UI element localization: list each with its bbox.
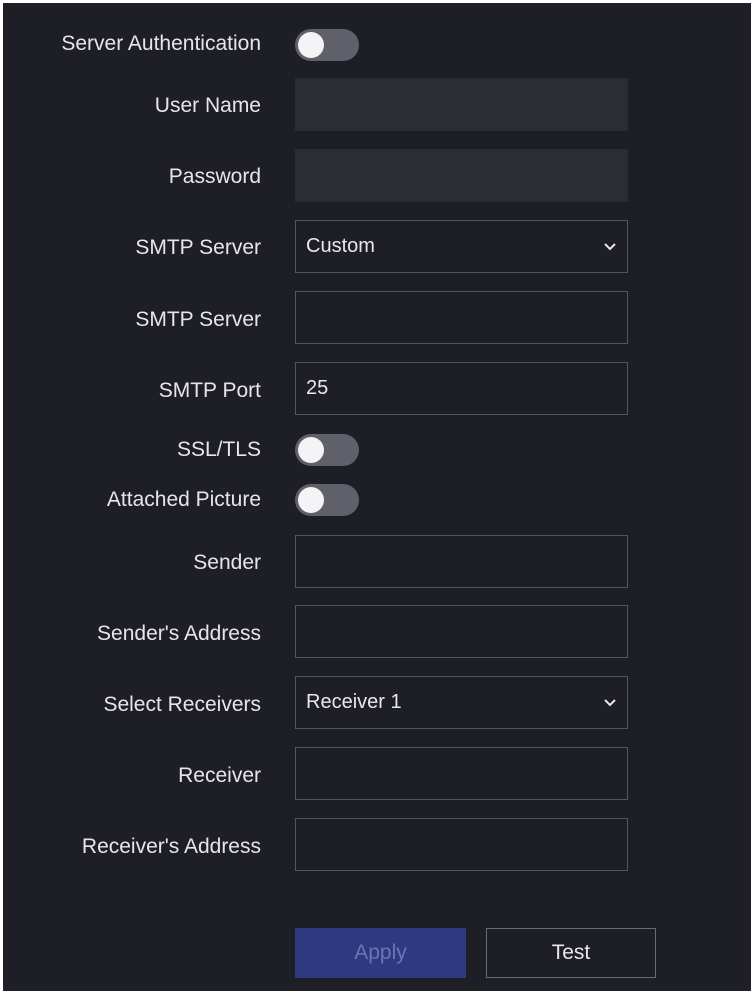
ssl-tls-label: SSL/TLS xyxy=(176,438,261,461)
toggle-knob xyxy=(298,437,324,463)
password-field xyxy=(295,149,628,202)
email-settings-panel: Server Authentication User Name Password… xyxy=(0,0,754,994)
attached-picture-toggle[interactable] xyxy=(295,484,359,516)
password-label: Password xyxy=(168,165,261,188)
test-button[interactable]: Test xyxy=(486,928,656,978)
chevron-down-icon xyxy=(604,698,616,706)
apply-button[interactable]: Apply xyxy=(295,928,466,978)
receiver-address-input[interactable] xyxy=(295,818,628,871)
smtp-server-label: SMTP Server xyxy=(135,308,261,331)
toggle-knob xyxy=(298,32,324,58)
select-receivers-label: Select Receivers xyxy=(103,693,261,716)
sender-address-input[interactable] xyxy=(295,605,628,658)
receiver-address-label: Receiver's Address xyxy=(81,835,261,858)
smtp-server-select-value: Custom xyxy=(306,235,375,257)
smtp-port-input[interactable] xyxy=(295,362,628,415)
user-name-field xyxy=(295,78,628,131)
receiver-input[interactable] xyxy=(295,747,628,800)
server-auth-label: Server Authentication xyxy=(61,32,261,55)
ssl-tls-toggle[interactable] xyxy=(295,434,359,466)
server-auth-toggle[interactable] xyxy=(295,29,359,61)
sender-label: Sender xyxy=(193,551,261,574)
smtp-server-select[interactable]: Custom xyxy=(295,220,628,273)
user-name-label: User Name xyxy=(154,94,261,117)
chevron-down-icon xyxy=(604,242,616,250)
select-receivers-value: Receiver 1 xyxy=(306,691,402,713)
smtp-server-select-label: SMTP Server xyxy=(135,236,261,259)
receiver-label: Receiver xyxy=(178,764,261,787)
smtp-server-input[interactable] xyxy=(295,291,628,344)
attached-picture-label: Attached Picture xyxy=(106,488,261,511)
toggle-knob xyxy=(298,487,324,513)
smtp-port-label: SMTP Port xyxy=(158,379,261,402)
select-receivers-select[interactable]: Receiver 1 xyxy=(295,676,628,729)
sender-address-label: Sender's Address xyxy=(97,622,261,645)
sender-input[interactable] xyxy=(295,535,628,588)
